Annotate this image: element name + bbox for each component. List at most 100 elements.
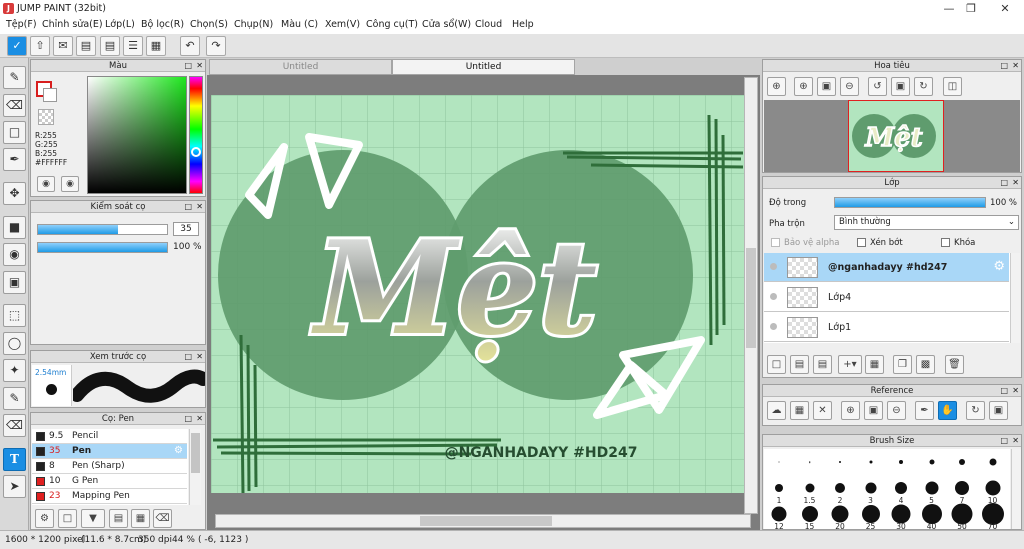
display-icon[interactable]: ▤ <box>76 36 96 56</box>
layer-row[interactable]: Lớp1 <box>764 313 1009 342</box>
brush-size-cell[interactable]: 50 <box>947 503 977 529</box>
artwork-canvas[interactable]: Mệt @NGANHADAYY #HD247 <box>211 95 744 493</box>
menu-capture[interactable]: Chụp(N) <box>234 19 273 30</box>
add-layer-menu-icon[interactable]: +▾ <box>838 355 862 374</box>
tab-untitled-1[interactable]: Untitled <box>209 59 392 75</box>
close-button[interactable]: ✕ <box>990 0 1020 17</box>
ref-reset-icon[interactable]: ▣ <box>989 401 1008 420</box>
brush-size-scrollbar[interactable] <box>1011 449 1021 529</box>
protect-alpha-option[interactable]: Bảo vệ alpha <box>771 238 839 248</box>
cloud-download-icon[interactable]: ☁ <box>767 401 786 420</box>
new-layer-alt-icon[interactable]: ▤ <box>813 355 832 374</box>
select-eraser-tool-icon[interactable]: ⌫ <box>3 414 26 437</box>
menu-select[interactable]: Chọn(S) <box>190 19 228 30</box>
brush-size-cell[interactable]: 30 <box>886 503 916 529</box>
hand-icon[interactable]: ✋ <box>938 401 957 420</box>
brush-size-cell[interactable] <box>886 451 916 479</box>
delete-layer-icon[interactable]: 🗑 <box>945 355 964 374</box>
close-icon[interactable]: ✕ <box>196 61 203 71</box>
brush-item[interactable]: 9.5 Pencil <box>32 429 187 444</box>
brush-size-cell[interactable]: 15 <box>794 503 825 529</box>
vertical-scroll-thumb[interactable] <box>746 248 756 348</box>
brush-list-scroll-thumb[interactable] <box>191 433 200 473</box>
float-icon[interactable]: □ <box>184 414 192 424</box>
float-icon[interactable]: □ <box>1000 178 1008 188</box>
brush-options-icon[interactable]: ▼ <box>81 509 105 528</box>
brush-size-cell[interactable]: 20 <box>825 503 855 529</box>
zoom-out-icon[interactable]: ⊖ <box>840 77 859 96</box>
brush-size-cell[interactable] <box>764 451 794 479</box>
move-tool-icon[interactable]: ✥ <box>3 182 26 205</box>
gradient-tool-icon[interactable]: ▣ <box>3 271 26 294</box>
menu-file[interactable]: Tệp(F) <box>6 19 37 30</box>
menu-help[interactable]: Help <box>512 19 534 30</box>
comment-icon[interactable]: ✉ <box>53 36 73 56</box>
layer-row[interactable]: Lớp4 <box>764 283 1009 312</box>
close-icon[interactable]: ✕ <box>1012 178 1019 188</box>
brush-folder-icon[interactable]: ▦ <box>131 509 150 528</box>
float-icon[interactable]: □ <box>1000 386 1008 396</box>
menu-tools[interactable]: Công cụ(T) <box>366 19 418 30</box>
hue-slider[interactable] <box>189 76 203 194</box>
select-pen-tool-icon[interactable]: ✎ <box>3 387 26 410</box>
visibility-icon[interactable] <box>770 323 777 330</box>
brush-size-cell[interactable] <box>825 451 855 479</box>
menu-layer[interactable]: Lớp(L) <box>105 19 135 30</box>
brush-size-cell[interactable]: 5 <box>916 477 947 505</box>
redo-icon[interactable]: ↷ <box>206 36 226 56</box>
pen-tool-icon[interactable]: ✒ <box>3 148 26 171</box>
export-icon[interactable]: ⇧ <box>30 36 50 56</box>
remove-reference-icon[interactable]: ✕ <box>813 401 832 420</box>
brush-size-cell[interactable]: 3 <box>855 477 886 505</box>
duplicate-layer-icon[interactable]: ❐ <box>893 355 912 374</box>
fill-rect-tool-icon[interactable]: ■ <box>3 216 26 239</box>
menu-cloud[interactable]: Cloud <box>475 19 502 30</box>
rectangle-tool-icon[interactable]: □ <box>3 121 26 144</box>
operation-tool-icon[interactable]: ➤ <box>3 475 26 498</box>
visibility-icon[interactable] <box>770 263 777 270</box>
navigator-preview[interactable]: Mệt <box>764 100 1020 172</box>
close-icon[interactable]: ✕ <box>196 352 203 362</box>
brush-size-cell[interactable] <box>947 451 977 479</box>
close-icon[interactable]: ✕ <box>1012 436 1019 446</box>
text-tool-icon[interactable]: T <box>3 448 26 471</box>
canvas-viewport[interactable]: Mệt @NGANHADAYY #HD247 <box>207 75 760 530</box>
brush-item[interactable]: 10 G Pen <box>32 474 187 489</box>
layer-row[interactable]: @nganhadayy #hd247 ⚙ <box>764 253 1009 282</box>
document-icon[interactable]: ▤ <box>100 36 120 56</box>
blend-mode-select[interactable]: Bình thường ⌄ <box>834 215 1019 230</box>
brush-tool-icon[interactable]: ✎ <box>3 66 26 89</box>
undo-icon[interactable]: ↶ <box>180 36 200 56</box>
ref-fit-icon[interactable]: ▣ <box>864 401 883 420</box>
brush-item[interactable]: 35 Pen ⚙ <box>32 444 187 459</box>
brush-item[interactable]: 8 Pen (Sharp) <box>32 459 187 474</box>
select-rect-tool-icon[interactable]: ⬚ <box>3 304 26 327</box>
open-folder-icon[interactable]: ▦ <box>790 401 809 420</box>
lasso-tool-icon[interactable]: ◯ <box>3 332 26 355</box>
lock-option[interactable]: Khóa <box>941 238 975 248</box>
brush-size-cell[interactable]: 70 <box>977 503 1008 529</box>
layer-opacity-bar[interactable] <box>834 197 986 208</box>
gear-icon[interactable]: ⚙ <box>993 259 1005 274</box>
magic-wand-tool-icon[interactable]: ✦ <box>3 359 26 382</box>
brush-size-bar[interactable] <box>37 224 168 235</box>
menu-color[interactable]: Màu (C) <box>281 19 318 30</box>
brush-size-cell[interactable]: 2 <box>825 477 855 505</box>
brush-size-cell[interactable] <box>977 451 1008 479</box>
clipping-checkbox[interactable] <box>857 238 866 247</box>
rotate-reset-icon[interactable]: ▣ <box>891 77 910 96</box>
color-picker-icon[interactable]: ◉ <box>61 176 79 192</box>
float-icon[interactable]: □ <box>1000 436 1008 446</box>
brush-delete-icon[interactable]: ⌫ <box>153 509 172 528</box>
ref-rotate-icon[interactable]: ↻ <box>966 401 985 420</box>
horizontal-scroll-thumb[interactable] <box>420 516 552 526</box>
menu-edit[interactable]: Chỉnh sửa(E) <box>42 19 103 30</box>
ref-zoom-out-icon[interactable]: ⊖ <box>887 401 906 420</box>
canvas-horizontal-scrollbar[interactable] <box>215 514 751 528</box>
close-icon[interactable]: ✕ <box>1012 386 1019 396</box>
zoom-in-icon[interactable]: ⊕ <box>767 77 786 96</box>
close-icon[interactable]: ✕ <box>196 202 203 212</box>
new-raster-layer-icon[interactable]: ▤ <box>790 355 809 374</box>
brush-size-cell[interactable]: 1 <box>764 477 794 505</box>
brush-item[interactable]: 23 Mapping Pen <box>32 489 187 504</box>
